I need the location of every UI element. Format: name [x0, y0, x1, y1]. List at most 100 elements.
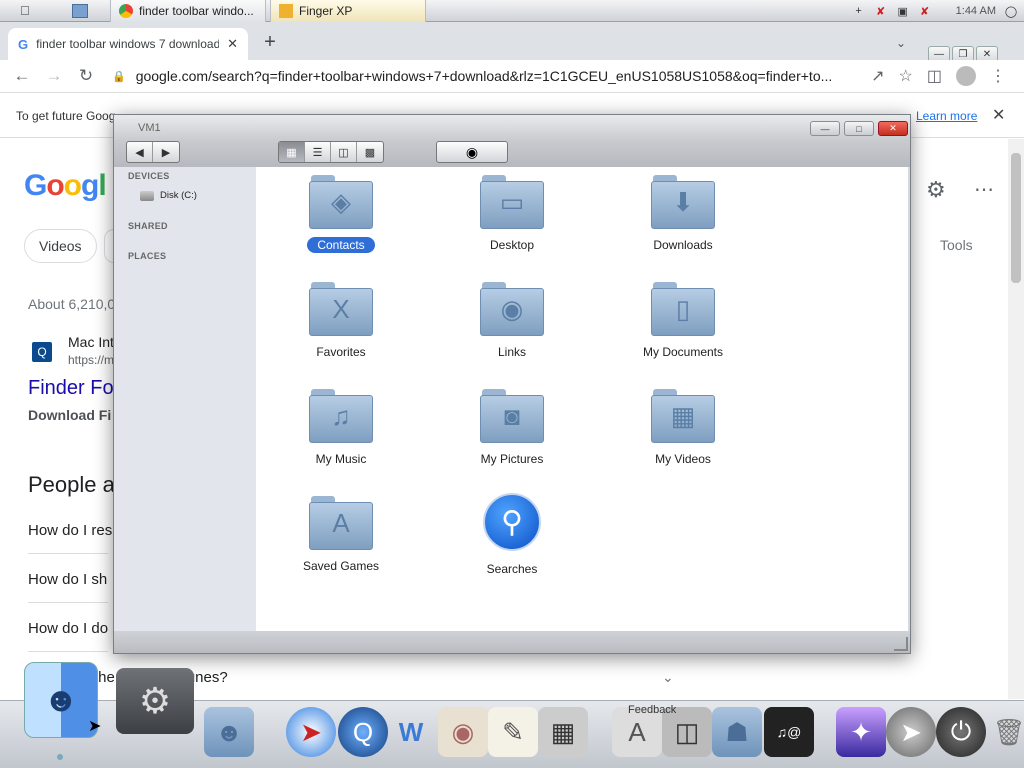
dock-users-folder-icon[interactable]: ☻ [204, 707, 254, 757]
display-icon[interactable]: ▣ [896, 4, 910, 18]
icon-view-icon[interactable]: ▦ [279, 142, 305, 162]
folder-saved-games[interactable]: A Saved Games [276, 496, 406, 574]
dock-wiki-icon[interactable]: W [386, 707, 436, 757]
settings-gear-icon[interactable]: ⚙ [926, 177, 946, 203]
finder-titlebar[interactable]: VM1 — □ ✕ [114, 115, 910, 141]
chip-videos[interactable]: Videos [24, 229, 97, 263]
result-title-link[interactable]: Finder Fo [28, 377, 114, 400]
google-logo[interactable]: Googl [24, 169, 107, 203]
dock-trash-icon[interactable]: 🗑 [984, 707, 1024, 757]
folder-icon: ◈ [309, 175, 373, 229]
resize-grip-icon[interactable] [894, 637, 908, 651]
people-also-ask-heading: People a [28, 472, 115, 497]
folder-links[interactable]: ◉ Links [447, 282, 577, 360]
folder-label: My Pictures [480, 452, 544, 466]
folder-label: My Music [315, 452, 367, 466]
divider [28, 553, 108, 554]
back-arrow-icon[interactable]: ◀ [127, 142, 153, 162]
info-close-icon[interactable]: ✕ [992, 105, 1005, 125]
volume-muted-icon[interactable]: ✘ [918, 4, 932, 18]
dock-tooltip: Feedback [628, 704, 677, 716]
toolbar-icons: ↗ ☆ ◫ ⋮ [871, 66, 1006, 86]
tools-button[interactable]: Tools [940, 237, 973, 253]
active-tab[interactable]: G finder toolbar windows 7 download ✕ [8, 28, 248, 60]
learn-more-link[interactable]: Learn more [916, 109, 977, 123]
finger-icon [279, 4, 293, 18]
address-bar[interactable]: 🔒 google.com/search?q=finder+toolbar+win… [112, 62, 852, 90]
dock-photos-icon[interactable]: ◉ [438, 707, 488, 757]
folder-my-documents[interactable]: ▯ My Documents [618, 282, 748, 360]
finder-maximize-button[interactable]: □ [844, 121, 874, 136]
finder-minimize-button[interactable]: — [810, 121, 840, 136]
dock-textedit-icon[interactable]: ✎ [488, 707, 538, 757]
folder-my-videos[interactable]: ▦ My Videos [618, 389, 748, 467]
tab-title: finder toolbar windows 7 download [36, 37, 220, 51]
dock-dashboard-icon[interactable]: ♫@ [764, 707, 814, 757]
dock-quicktime-icon[interactable]: Q [338, 707, 388, 757]
folder-my-pictures[interactable]: ◙ My Pictures [447, 389, 577, 467]
side-panel-icon[interactable]: ◫ [927, 66, 942, 86]
plus-icon[interactable]: + [852, 4, 866, 18]
apps-grid-icon[interactable]: ⋯ [974, 177, 994, 202]
column-view-icon[interactable]: ◫ [331, 142, 357, 162]
folder-desktop[interactable]: ▭ Desktop [447, 175, 577, 253]
paa-question[interactable]: How do I res [28, 522, 112, 539]
menu-kebab-icon[interactable]: ⋮ [990, 66, 1006, 86]
folder-icon: ♫ [309, 389, 373, 443]
dock-system-preferences-icon[interactable]: ⚙ [116, 668, 194, 734]
bookmark-star-icon[interactable]: ☆ [899, 66, 913, 86]
tab-close-icon[interactable]: ✕ [227, 36, 238, 52]
sidebar-header-shared[interactable]: SHARED [128, 221, 168, 231]
spotlight-icon[interactable]: ◯ [1004, 4, 1018, 18]
google-favicon-icon: G [18, 36, 29, 52]
folder-label: Contacts [307, 237, 375, 253]
folder-my-music[interactable]: ♫ My Music [276, 389, 406, 467]
paa-question[interactable]: How do I do [28, 620, 108, 637]
dock-calculator-icon[interactable]: ▦ [538, 707, 588, 757]
dock-safari-icon[interactable]: ➤ [286, 707, 336, 757]
sidebar-header-devices[interactable]: DEVICES [128, 171, 170, 181]
new-tab-button[interactable]: + [258, 32, 282, 52]
paa-question[interactable]: How do I sh [28, 571, 107, 588]
dock-power-icon[interactable]: ⏻ [936, 707, 986, 757]
finder-close-button[interactable]: ✕ [878, 121, 908, 136]
finder-window-controls: — □ ✕ [810, 121, 908, 136]
profile-avatar-icon[interactable] [956, 66, 976, 86]
network-icon[interactable]: ✘ [874, 4, 888, 18]
dock-launchpad-icon[interactable]: ➤ [886, 707, 936, 757]
folder-label: Downloads [653, 238, 713, 252]
folder-searches[interactable]: ⚲ Searches [447, 493, 577, 577]
scrollbar-thumb[interactable] [1011, 153, 1021, 283]
coverflow-view-icon[interactable]: ▩ [357, 142, 383, 162]
folder-downloads[interactable]: ⬇ Downloads [618, 175, 748, 253]
explorer-icon[interactable] [72, 4, 88, 18]
dock-finder-icon[interactable]: ☻ [24, 662, 98, 738]
page-scrollbar[interactable] [1008, 139, 1024, 699]
folder-icon: ▦ [651, 389, 715, 443]
task-chrome[interactable]: finder toolbar windo... [110, 0, 266, 22]
finder-sidebar: DEVICES Disk (C:) SHARED PLACES [114, 167, 256, 631]
tab-search-chevron-icon[interactable]: ⌄ [896, 36, 906, 50]
forward-icon[interactable]: → [38, 66, 70, 86]
back-icon[interactable]: ← [6, 66, 38, 86]
forward-arrow-icon[interactable]: ▶ [153, 142, 179, 162]
apple-menu-icon[interactable]:  [20, 3, 30, 18]
sidebar-item-disk[interactable]: Disk (C:) [140, 190, 197, 201]
chevron-down-icon[interactable]: ⌄ [662, 669, 674, 686]
folder-contacts[interactable]: ◈ Contacts [276, 175, 406, 253]
result-snippet: Download Fi [28, 407, 112, 423]
task-finger-xp[interactable]: Finger XP [270, 0, 426, 22]
top-taskbar:  finder toolbar windo... Finger XP + ✘ … [0, 0, 1024, 22]
folder-label: Searches [486, 562, 538, 576]
folder-favorites[interactable]: X Favorites [276, 282, 406, 360]
dock-desktop-icon[interactable]: ✦ [836, 707, 886, 757]
share-icon[interactable]: ↗ [871, 66, 884, 86]
clock: 1:44 AM [955, 5, 996, 17]
reload-icon[interactable]: ↻ [70, 66, 102, 86]
list-view-icon[interactable]: ☰ [305, 142, 331, 162]
quick-look-eye-icon[interactable]: ◉ [436, 141, 508, 163]
sidebar-header-places[interactable]: PLACES [128, 251, 166, 261]
folder-label: Saved Games [302, 559, 380, 573]
dock-applications-folder-icon[interactable]: ☗ [712, 707, 762, 757]
mouse-cursor-icon: ➤ [88, 718, 102, 735]
